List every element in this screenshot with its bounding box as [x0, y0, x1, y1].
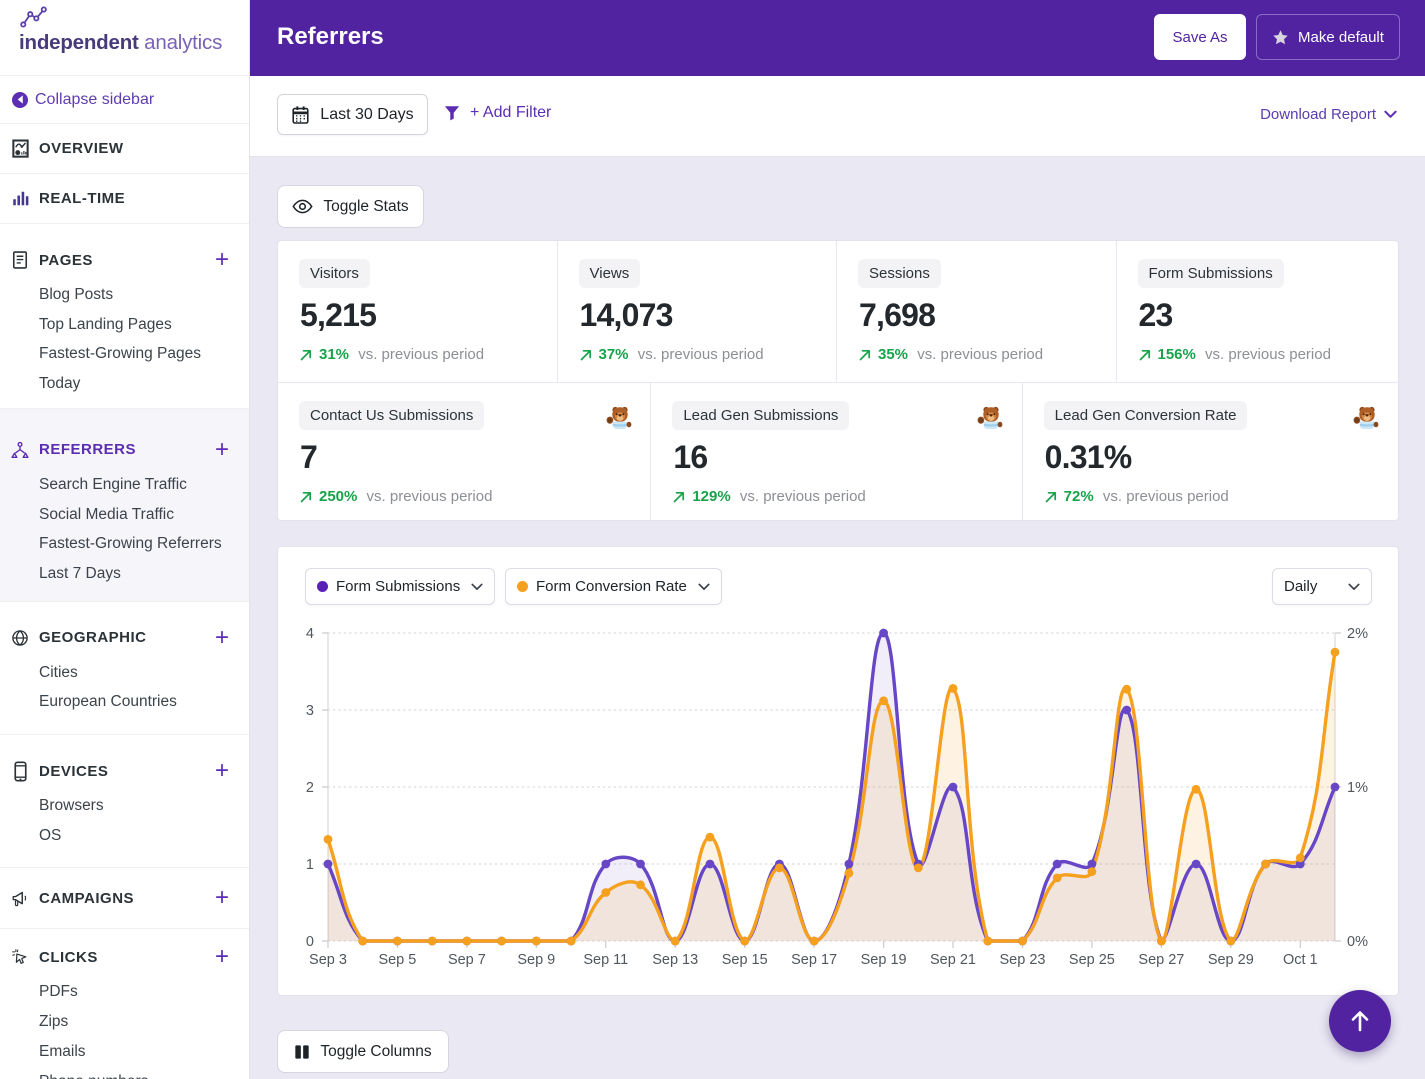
svg-text:Sep 25: Sep 25: [1069, 952, 1115, 968]
svg-text:Sep 27: Sep 27: [1138, 952, 1184, 968]
svg-text:Oct 1: Oct 1: [1283, 952, 1318, 968]
svg-text:0: 0: [306, 934, 314, 950]
svg-text:2: 2: [306, 780, 314, 796]
svg-text:Sep 15: Sep 15: [722, 952, 768, 968]
svg-text:2%: 2%: [1347, 626, 1368, 642]
svg-text:Sep 3: Sep 3: [309, 952, 347, 968]
svg-text:1: 1: [306, 857, 314, 873]
svg-text:Sep 5: Sep 5: [378, 952, 416, 968]
svg-text:0%: 0%: [1347, 934, 1368, 950]
svg-text:Sep 23: Sep 23: [1000, 952, 1046, 968]
svg-text:Sep 29: Sep 29: [1208, 952, 1254, 968]
svg-text:Sep 7: Sep 7: [448, 952, 486, 968]
svg-text:3: 3: [306, 703, 314, 719]
svg-text:Sep 11: Sep 11: [583, 952, 628, 968]
svg-text:Sep 13: Sep 13: [652, 952, 698, 968]
svg-text:Sep 9: Sep 9: [517, 952, 555, 968]
svg-text:Sep 21: Sep 21: [930, 952, 976, 968]
svg-text:Sep 19: Sep 19: [861, 952, 907, 968]
svg-text:1%: 1%: [1347, 780, 1368, 796]
svg-text:4: 4: [306, 626, 314, 642]
svg-text:Sep 17: Sep 17: [791, 952, 837, 968]
